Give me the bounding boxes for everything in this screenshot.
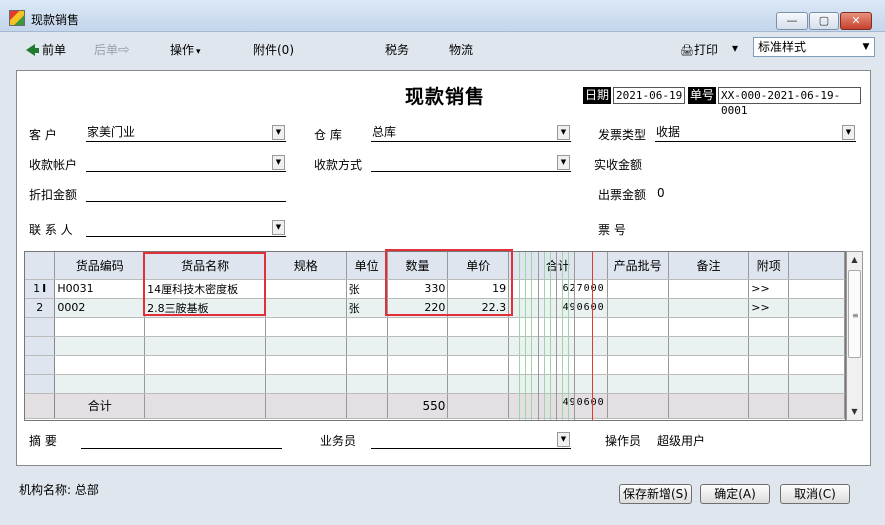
contact-field[interactable]: ▼ xyxy=(86,219,286,237)
memo-field[interactable] xyxy=(81,431,282,449)
printer-icon: 🖨 xyxy=(680,44,694,57)
total-label: 合计 xyxy=(54,393,146,419)
cell-spec[interactable] xyxy=(265,298,347,318)
arrow-right-icon: ⇨ xyxy=(118,42,130,58)
row-number: 2 xyxy=(25,298,56,318)
cell-batch[interactable] xyxy=(607,279,669,299)
pay-method-field[interactable]: ▼ xyxy=(371,154,571,172)
warehouse-field[interactable]: 总库 ▼ xyxy=(371,124,571,142)
scroll-down-icon[interactable]: ▼ xyxy=(847,404,862,420)
row-number: 1I xyxy=(25,279,56,299)
chevron-down-icon[interactable]: ▼ xyxy=(272,155,285,170)
chevron-down-icon[interactable]: ▼ xyxy=(272,220,285,235)
chevron-down-icon[interactable]: ▼ xyxy=(557,125,570,140)
invoice-type-label: 发票类型 xyxy=(598,128,647,142)
col-header-batch[interactable]: 产品批号 xyxy=(607,252,669,280)
attachment-button[interactable]: 附件(0) xyxy=(253,41,294,58)
cell-code[interactable]: H0031 xyxy=(54,279,146,299)
memo-label: 摘 要 xyxy=(29,434,57,448)
date-label: 日期 xyxy=(583,87,612,104)
date-field[interactable]: 2021-06-19 xyxy=(613,87,685,104)
invoice-amount-label: 出票金额 xyxy=(598,188,647,202)
invoice-type-field[interactable]: 收据 ▼ xyxy=(655,124,856,142)
customer-label: 客 户 xyxy=(29,128,57,142)
cell-note[interactable] xyxy=(668,298,750,318)
scroll-up-icon[interactable]: ▲ xyxy=(847,252,862,268)
toolbar: 前单 后单⇨ 操作 ▾ 附件(0) 税务 物流 🖨打印 ▾ 标准样式 ▼ xyxy=(8,34,877,64)
col-header-spec[interactable]: 规格 xyxy=(265,252,347,280)
pay-method-label: 收款方式 xyxy=(314,158,363,172)
operator-label: 操作员 xyxy=(605,434,642,448)
salesman-field[interactable]: ▼ xyxy=(371,431,571,449)
print-button[interactable]: 🖨打印 xyxy=(680,41,718,58)
highlight-qty-price-columns xyxy=(385,249,513,316)
order-no-label: 单号 xyxy=(688,87,717,104)
form-panel: 现款销售 日期 2021-06-19 单号 XX-000-2021-06-19-… xyxy=(16,70,871,466)
table-row-empty[interactable] xyxy=(25,317,845,337)
logistics-button[interactable]: 物流 xyxy=(449,41,473,58)
org-status: 机构名称: 总部 xyxy=(19,483,99,497)
cell-batch[interactable] xyxy=(607,298,669,318)
cell-spec[interactable] xyxy=(265,279,347,299)
text-cursor-icon: I xyxy=(42,282,47,295)
row-num-header xyxy=(25,252,56,280)
cancel-button[interactable]: 取消(C) xyxy=(780,484,850,504)
received-amount-label: 实收金额 xyxy=(594,158,643,172)
account-field[interactable]: ▼ xyxy=(86,154,286,172)
table-row-empty[interactable] xyxy=(25,374,845,394)
chevron-down-icon[interactable]: ▼ xyxy=(272,125,285,140)
scroll-thumb[interactable]: ≡ xyxy=(848,270,861,358)
grid-scrollbar[interactable]: ▲ ≡ ▼ xyxy=(846,251,863,421)
salesman-label: 业务员 xyxy=(320,434,357,448)
warehouse-label: 仓 库 xyxy=(314,128,342,142)
maximize-button[interactable]: ▢ xyxy=(809,12,839,30)
chevron-down-icon[interactable]: ▼ xyxy=(842,125,855,140)
cell-extra-button[interactable]: >> xyxy=(748,279,790,299)
tax-button[interactable]: 税务 xyxy=(385,41,409,58)
print-dropdown-caret-icon[interactable]: ▾ xyxy=(732,41,738,55)
confirm-button[interactable]: 确定(A) xyxy=(700,484,770,504)
customer-field[interactable]: 家美门业 ▼ xyxy=(86,124,286,142)
table-row-empty[interactable] xyxy=(25,355,845,375)
table-total-row: 合计 550 490600 xyxy=(25,393,845,419)
cell-extra-button[interactable]: >> xyxy=(748,298,790,318)
col-header-blank xyxy=(788,252,845,280)
highlight-name-column xyxy=(143,252,266,316)
cell-unit[interactable]: 张 xyxy=(346,279,388,299)
next-record-button[interactable]: 后单⇨ xyxy=(94,41,130,58)
account-label: 收款帐户 xyxy=(29,158,78,172)
save-new-button[interactable]: 保存新增(S) xyxy=(619,484,692,504)
invoice-amount-value: 0 xyxy=(657,186,665,200)
col-header-extra[interactable]: 附项 xyxy=(748,252,790,280)
app-icon xyxy=(9,10,25,26)
form-title: 现款销售 xyxy=(405,86,486,108)
cell-unit[interactable]: 张 xyxy=(346,298,388,318)
window-title: 现款销售 xyxy=(31,13,80,27)
minimize-button[interactable]: — xyxy=(776,12,808,30)
ticket-no-label: 票 号 xyxy=(598,223,626,237)
print-style-select[interactable]: 标准样式 ▼ xyxy=(753,37,875,57)
close-button[interactable]: ✕ xyxy=(840,12,872,30)
discount-field[interactable] xyxy=(86,184,286,202)
operator-value: 超级用户 xyxy=(657,434,706,448)
contact-label: 联 系 人 xyxy=(29,223,73,237)
col-header-code[interactable]: 货品编码 xyxy=(54,252,146,280)
discount-label: 折扣金额 xyxy=(29,188,78,202)
operate-menu[interactable]: 操作 ▾ xyxy=(170,41,201,58)
cell-code[interactable]: 0002 xyxy=(54,298,146,318)
col-header-note[interactable]: 备注 xyxy=(668,252,750,280)
title-bar: 现款销售 — ▢ ✕ xyxy=(0,0,885,32)
order-no-field[interactable]: XX-000-2021-06-19-0001 xyxy=(718,87,861,117)
table-row-empty[interactable] xyxy=(25,336,845,356)
chevron-down-icon[interactable]: ▼ xyxy=(557,432,570,447)
col-header-unit[interactable]: 单位 xyxy=(346,252,388,280)
cell-note[interactable] xyxy=(668,279,750,299)
total-qty: 550 xyxy=(387,393,449,419)
chevron-down-icon: ▼ xyxy=(862,42,870,52)
caret-down-icon: ▾ xyxy=(196,47,201,57)
prev-record-button[interactable]: 前单 xyxy=(26,41,66,58)
chevron-down-icon[interactable]: ▼ xyxy=(557,155,570,170)
